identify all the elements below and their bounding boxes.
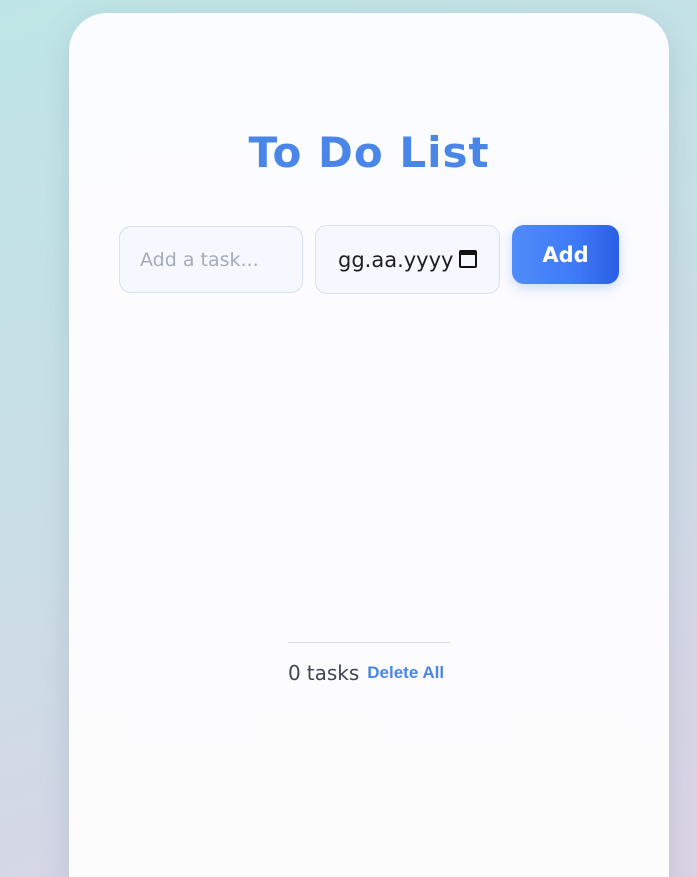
date-input-value: gg.aa.yyyy <box>338 247 454 272</box>
task-input[interactable] <box>119 226 303 293</box>
task-footer: 0 tasks Delete All <box>288 661 444 685</box>
todo-card: To Do List gg.aa.yyyy Add 0 tasks Delete… <box>69 13 669 877</box>
add-button[interactable]: Add <box>512 225 619 284</box>
task-count-label: tasks <box>306 661 360 685</box>
task-count: 0 <box>288 661 301 685</box>
date-input[interactable]: gg.aa.yyyy <box>315 225 500 294</box>
page-title: To Do List <box>248 128 490 177</box>
footer-divider <box>288 642 450 643</box>
delete-all-button[interactable]: Delete All <box>367 663 444 683</box>
calendar-icon[interactable] <box>459 250 477 268</box>
